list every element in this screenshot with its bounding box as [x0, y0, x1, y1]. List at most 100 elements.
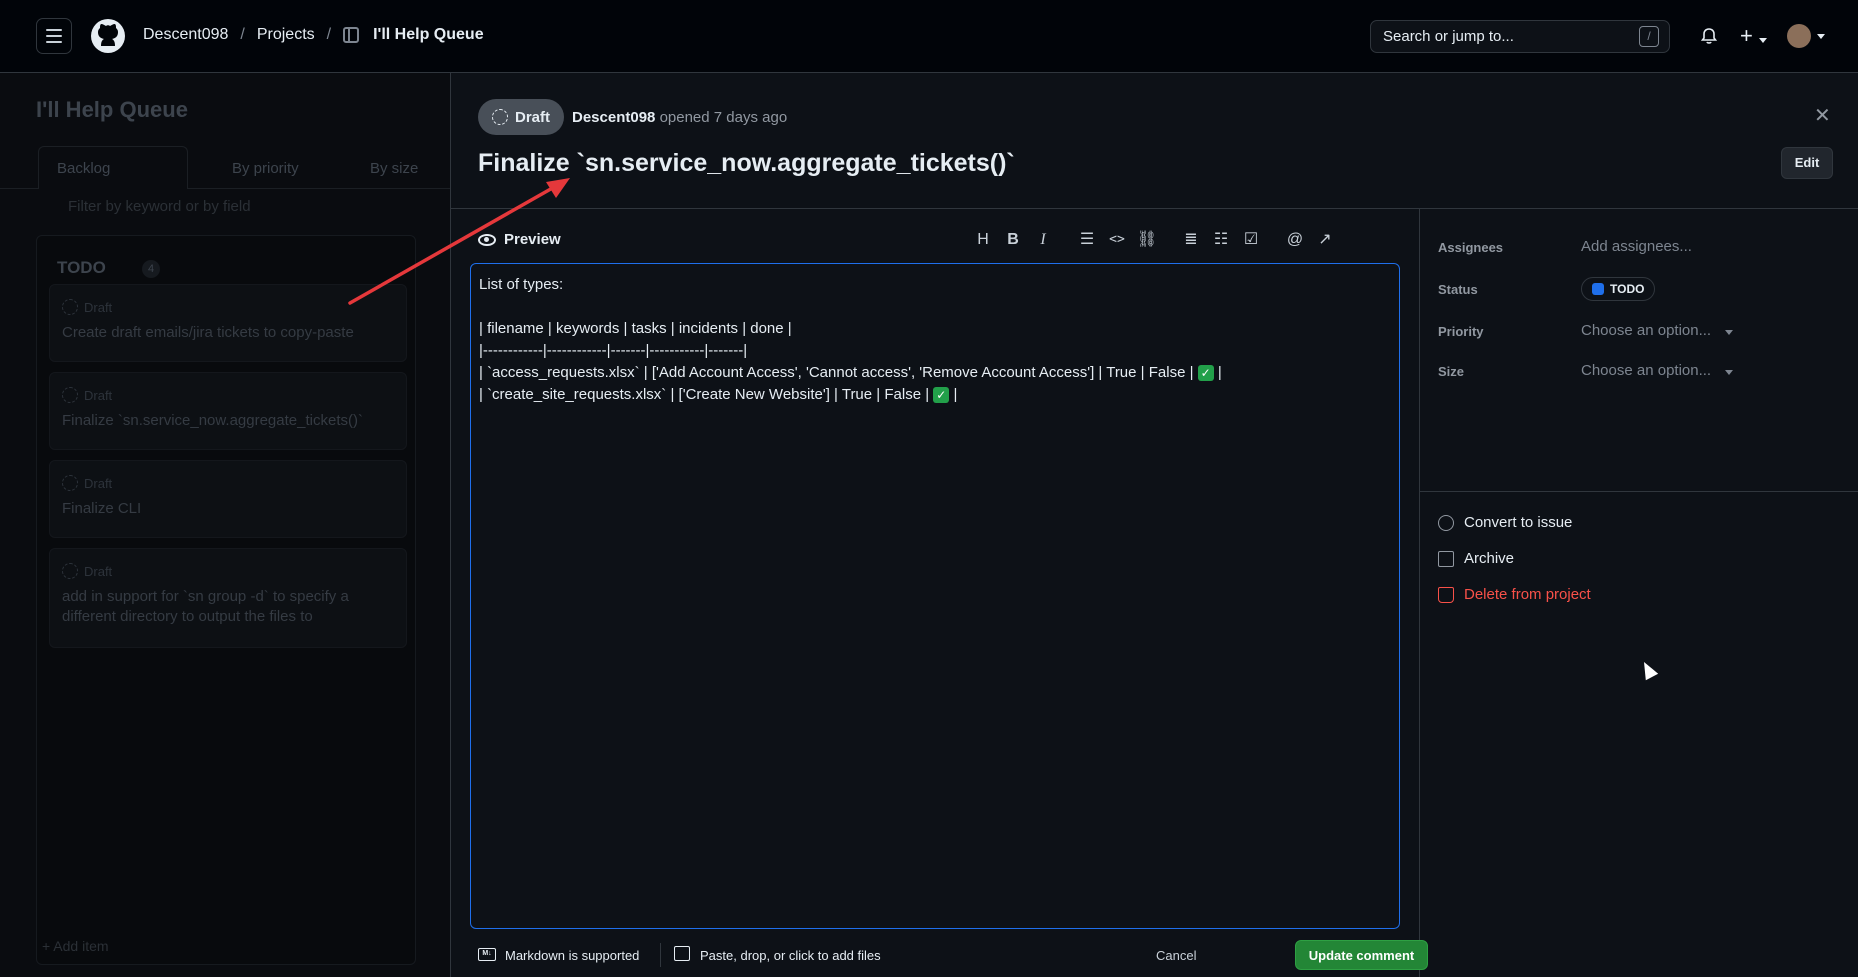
- bold-button[interactable]: B: [1000, 227, 1026, 253]
- quote-button[interactable]: ☰: [1074, 227, 1100, 253]
- divider: [451, 208, 1858, 209]
- card-title: add in support for `sn group -d` to spec…: [62, 588, 349, 625]
- search-input[interactable]: Search or jump to... /: [1370, 20, 1670, 53]
- status-color-icon: [1592, 283, 1604, 295]
- add-item-button[interactable]: + Add item: [42, 938, 109, 954]
- draft-badge: Draft: [478, 99, 565, 135]
- size-field[interactable]: Choose an option...: [1581, 362, 1734, 379]
- divider: [1419, 208, 1420, 977]
- textarea-line: [479, 296, 1391, 318]
- archive-icon: [1438, 550, 1454, 567]
- unordered-list-button[interactable]: ≣: [1178, 227, 1204, 253]
- search-placeholder: Search or jump to...: [1383, 28, 1514, 45]
- issue-opened-icon: [1438, 514, 1454, 531]
- project-title: I'll Help Queue: [36, 97, 188, 122]
- preview-tab[interactable]: Preview: [478, 231, 561, 248]
- tab-by-size[interactable]: By size: [370, 160, 418, 177]
- opened-time: opened 7 days ago: [659, 109, 788, 126]
- status-field[interactable]: TODO: [1581, 277, 1656, 301]
- create-new-button[interactable]: +: [1740, 23, 1767, 49]
- italic-button[interactable]: I: [1030, 227, 1056, 253]
- tab-backlog[interactable]: Backlog: [38, 146, 188, 189]
- archive-button[interactable]: Archive: [1438, 550, 1514, 567]
- item-title: Finalize `sn.service_now.aggregate_ticke…: [478, 149, 1015, 177]
- eye-icon: [478, 233, 496, 246]
- textarea-line: List of types:: [479, 276, 564, 293]
- task-list-button[interactable]: ☑: [1238, 227, 1264, 253]
- filter-input[interactable]: Filter by keyword or by field: [68, 198, 251, 215]
- breadcrumb: Descent098 / Projects / I'll Help Queue: [143, 26, 484, 44]
- board-column-todo: TODO 4 Draft Create draft emails/jira ti…: [36, 235, 416, 965]
- field-label-priority: Priority: [1438, 324, 1484, 339]
- editor-toolbar: Preview H B I ☰ <> ⛓ ≣ ☷ ☑ @ ↗: [478, 223, 1398, 259]
- delete-from-project-button[interactable]: Delete from project: [1438, 586, 1591, 603]
- breadcrumb-owner[interactable]: Descent098: [143, 26, 228, 44]
- field-label-status: Status: [1438, 282, 1478, 297]
- board-card[interactable]: Draft Finalize CLI: [49, 460, 407, 538]
- draft-icon: [62, 475, 78, 491]
- field-label-size: Size: [1438, 364, 1465, 379]
- breadcrumb-projects[interactable]: Projects: [257, 26, 315, 44]
- global-header: Descent098 / Projects / I'll Help Queue …: [0, 0, 1858, 73]
- author-link[interactable]: Descent098: [572, 109, 655, 126]
- chevron-down-icon: [1725, 370, 1734, 375]
- heading-button[interactable]: H: [970, 227, 996, 253]
- assignees-field[interactable]: Add assignees...: [1581, 238, 1692, 255]
- divider: [1420, 491, 1858, 492]
- mention-button[interactable]: @: [1282, 227, 1308, 253]
- field-label-assignees: Assignees: [1438, 240, 1504, 255]
- textarea-line: | `create_site_requests.xlsx` | ['Create…: [479, 386, 958, 404]
- update-comment-button[interactable]: Update comment: [1295, 940, 1428, 970]
- menu-button[interactable]: [36, 18, 72, 54]
- breadcrumb-separator: /: [240, 26, 245, 43]
- code-button[interactable]: <>: [1104, 227, 1130, 253]
- cancel-button[interactable]: Cancel: [1156, 948, 1196, 963]
- chevron-down-icon: [1817, 34, 1825, 39]
- board-card[interactable]: Draft add in support for `sn group -d` t…: [49, 548, 407, 648]
- item-meta: Descent098 opened 7 days ago: [572, 109, 787, 126]
- chevron-down-icon: [1725, 330, 1734, 335]
- link-icon[interactable]: ⛓: [1134, 227, 1160, 253]
- item-side-panel: Draft Descent098 opened 7 days ago ✕ Fin…: [450, 73, 1858, 977]
- card-title: Finalize `sn.service_now.aggregate_ticke…: [62, 412, 363, 429]
- draft-icon: [62, 387, 78, 403]
- board-card[interactable]: Draft Create draft emails/jira tickets t…: [49, 284, 407, 362]
- view-tabs: Backlog By priority By size: [0, 146, 450, 189]
- github-logo-icon[interactable]: [90, 18, 126, 54]
- check-mark-icon: ✓: [1197, 365, 1214, 382]
- avatar[interactable]: [1787, 24, 1811, 48]
- plus-icon: +: [1740, 23, 1753, 48]
- draft-icon: [62, 299, 78, 315]
- textarea-line: | filename | keywords | tasks | incident…: [479, 320, 792, 337]
- attach-files-button[interactable]: Paste, drop, or click to add files: [700, 948, 881, 963]
- breadcrumb-project-name[interactable]: I'll Help Queue: [373, 26, 484, 44]
- draft-icon: [62, 563, 78, 579]
- column-count: 4: [142, 260, 160, 278]
- markdown-icon: M↓: [478, 948, 496, 961]
- priority-field[interactable]: Choose an option...: [1581, 322, 1734, 339]
- search-shortcut-key: /: [1639, 26, 1659, 47]
- convert-to-issue-button[interactable]: Convert to issue: [1438, 514, 1572, 531]
- comment-textarea[interactable]: List of types: | filename | keywords | t…: [470, 263, 1400, 929]
- column-title: TODO: [57, 258, 106, 277]
- divider: [660, 943, 661, 967]
- close-icon[interactable]: ✕: [1814, 103, 1831, 128]
- image-icon: [674, 946, 690, 961]
- markdown-note[interactable]: Markdown is supported: [505, 948, 639, 963]
- board-card[interactable]: Draft Finalize `sn.service_now.aggregate…: [49, 372, 407, 450]
- check-mark-icon: ✓: [933, 387, 950, 404]
- bell-icon[interactable]: [1700, 27, 1718, 45]
- reference-button[interactable]: ↗: [1312, 227, 1338, 253]
- ordered-list-button[interactable]: ☷: [1208, 227, 1234, 253]
- textarea-line: |------------|------------|-------|-----…: [479, 342, 748, 359]
- tab-by-priority[interactable]: By priority: [232, 160, 299, 177]
- draft-icon: [492, 109, 508, 125]
- textarea-line: | `access_requests.xlsx` | ['Add Account…: [479, 364, 1222, 382]
- table-icon: [343, 27, 360, 43]
- project-board: I'll Help Queue Backlog By priority By s…: [0, 73, 450, 977]
- chevron-down-icon: [1758, 38, 1767, 43]
- trash-icon: [1438, 586, 1454, 603]
- breadcrumb-separator: /: [326, 26, 332, 43]
- edit-title-button[interactable]: Edit: [1781, 147, 1833, 179]
- card-title: Finalize CLI: [62, 500, 142, 517]
